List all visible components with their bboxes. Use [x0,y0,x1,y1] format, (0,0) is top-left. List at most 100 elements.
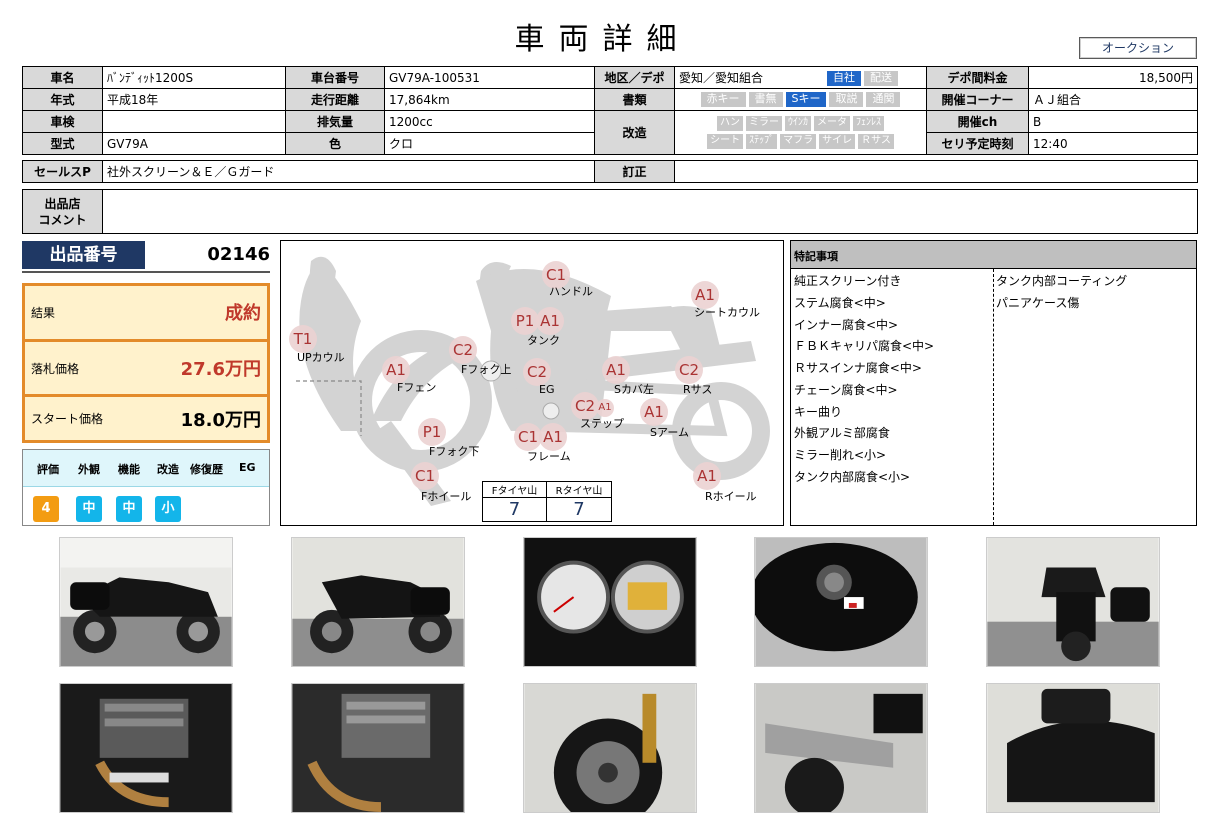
lot-number: 02146 [207,244,270,265]
photo-engine-right[interactable] [291,683,465,813]
vehicle-info-table: 車名 ﾊﾞﾝﾃﾞｨｯﾄ1200S 車台番号 GV79A-100531 地区／デポ… [22,66,1198,155]
motorcycle-photo-8 [524,684,696,812]
eval-modification-badge: 小 [155,496,181,522]
pill-seat: シート [707,134,744,149]
auction-button[interactable]: オークション [1079,37,1197,59]
displacement-label: 排気量 [285,110,385,133]
pill-step: ｽﾃｯﾌﾟ [746,134,778,149]
start-value: 18.0万円 [180,410,261,431]
evaluation-header: 評価 外観 機能 改造 修復歴 EG [23,450,269,487]
eval-function-badge: 中 [116,496,142,522]
comment-label-2: コメント [38,212,87,227]
photo-seat[interactable] [986,683,1160,813]
pill-winker: ｳｲﾝｶ [785,116,811,131]
motorcycle-photo-7 [292,684,464,812]
eval-rating-badge: 4 [33,496,59,522]
photo-muffler[interactable] [754,683,928,813]
motorcycle-photo-5 [987,538,1159,666]
note-left-9: ミラー削れ<小> [794,448,887,462]
region-label: 地区／デポ [594,66,675,89]
note-left-2: ステム腐食<中> [794,296,886,310]
note-left-3: インナー腐食<中> [794,318,899,332]
mark-eg: C2 [523,358,551,386]
docs-cell: 赤キー 書無 Sキー 取説 通関 [674,88,927,111]
motorcycle-photo-3 [524,538,696,666]
color-value: クロ [384,132,595,155]
note-left-1: 純正スクリーン付き [794,274,902,288]
pill-jisha: 自社 [827,71,861,86]
model-code: GV79A [102,132,286,155]
motorcycle-photo-4 [755,538,927,666]
comment-value [102,189,1198,234]
note-left-10: タンク内部腐食<小> [794,470,911,484]
mark-r-sus-label: Rサス [683,383,713,396]
sales-table: セールスP 社外スクリーン＆Ｅ／Ｇガード 訂正 [22,160,1198,183]
pill-r-sus: Ｒサス [858,134,894,149]
start-label: スタート価格 [31,412,104,426]
docs-label: 書類 [594,88,675,111]
pill-mirror: ミラー [746,116,782,131]
frame-number: GV79A-100531 [384,66,595,89]
note-right-1: タンク内部コーティング [996,274,1128,288]
pill-fenderless: ﾌｪﾝﾚｽ [853,116,884,131]
lot-underline [22,271,270,273]
year-label: 年式 [22,88,103,111]
channel-value: B [1028,110,1198,133]
start-row: スタート価格 18.0万円 [25,397,267,440]
correction-label: 訂正 [594,160,675,183]
mark-f-fork-lower: P1 [418,418,446,446]
photo-right-side[interactable] [291,537,465,667]
result-value: 成約 [225,303,261,324]
pill-haiso: 配送 [864,71,898,86]
depot-fee: 18,500円 [1028,66,1198,89]
photo-meters[interactable] [523,537,697,667]
photo-left-side[interactable] [59,537,233,667]
tire-table: Fタイヤ山 Rタイヤ山 7 7 [482,481,612,522]
correction-value [674,160,1198,183]
channel-label: 開催ch [926,110,1029,133]
pill-s-key: Sキー [785,92,827,107]
motorcycle-photo-2 [292,538,464,666]
eval-header-repair-history: 修復歴 [190,463,223,476]
inspection-label: 車検 [22,110,103,133]
mark-f-wheel: C1 [411,462,439,490]
photo-engine-left[interactable] [59,683,233,813]
eval-appearance-badge: 中 [76,496,102,522]
color-label: 色 [285,132,385,155]
note-left-4: ＦＢＫキャリパ腐食<中> [794,339,935,353]
time-value: 12:40 [1028,132,1198,155]
photo-tank[interactable] [754,537,928,667]
mark-seat-cowl-label: シートカウル [694,306,760,319]
mark-step-label: ステップ [580,417,624,430]
photo-front[interactable] [986,537,1160,667]
mark-r-sus: C2 [675,356,703,384]
motorcycle-photo-9 [755,684,927,812]
pill-manual: 取説 [829,92,864,107]
bid-label: 落札価格 [31,362,80,376]
displacement: 1200cc [384,110,595,133]
pill-no-docs: 書無 [748,92,783,107]
pill-handle: ハン [717,116,743,131]
mark-r-wheel-label: Rホイール [705,490,757,503]
photo-front-wheel[interactable] [523,683,697,813]
eval-header-function: 機能 [118,463,140,476]
motorcycle-photo-6 [60,684,232,812]
mark-f-fork-lower-label: Fフォク下 [429,445,480,458]
notes-divider [993,269,994,525]
result-row: 結果 成約 [25,286,267,339]
mark-f-fork-upper: C2 [449,336,477,364]
tire-f-label: Fタイヤ山 [482,481,547,498]
name-label: 車名 [22,66,103,89]
result-box: 結果 成約 落札価格 27.6万円 スタート価格 18.0万円 [22,283,270,443]
motorcycle-photo-10 [987,684,1159,812]
note-right-2: パニアケース傷 [996,296,1080,310]
vehicle-name: ﾊﾞﾝﾃﾞｨｯﾄ1200S [102,66,286,89]
mark-handle-label: ハンドル [549,285,593,298]
pill-customs: 通関 [866,92,901,107]
mark-s-cover: A1 [602,356,630,384]
mark-s-arm-label: Sアーム [650,426,689,439]
eval-header-appearance: 外観 [78,463,100,476]
model-year: 平成18年 [102,88,286,111]
region-cell: 愛知／愛知組合 自社 配送 [674,66,927,89]
lot-label: 出品番号 [22,241,145,269]
